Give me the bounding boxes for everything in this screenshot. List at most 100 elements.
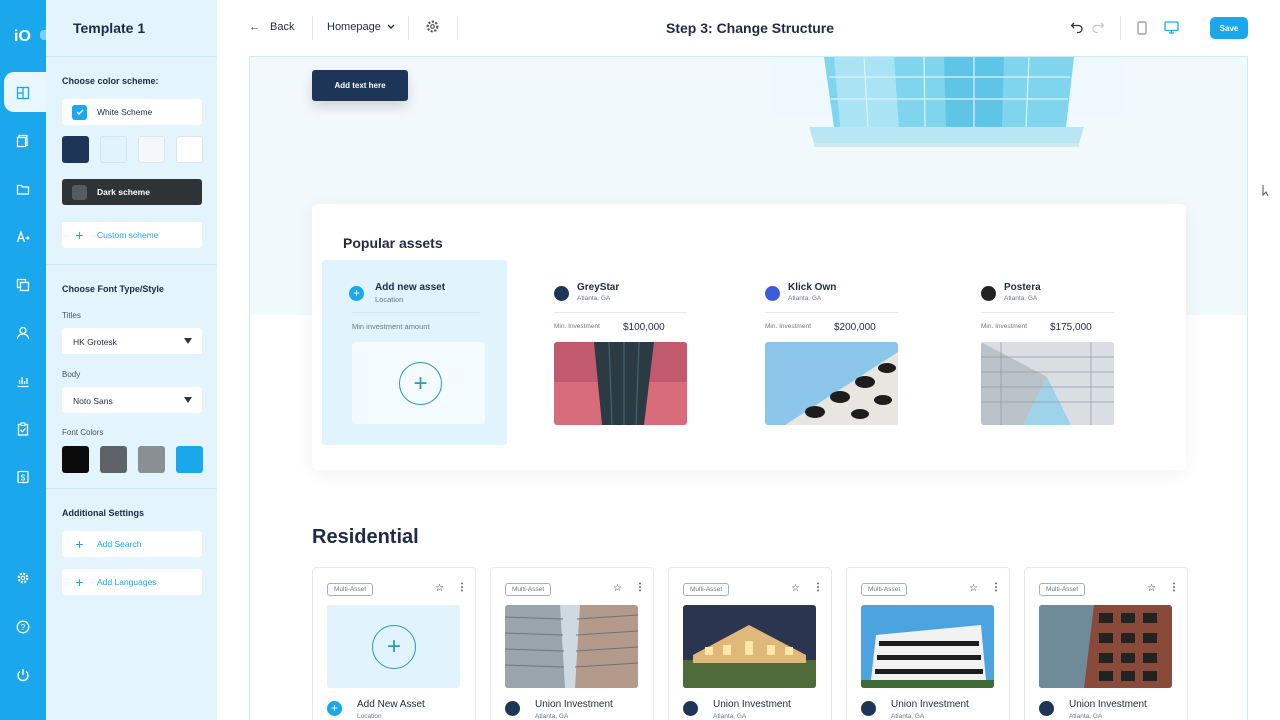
cursor-icon <box>1262 185 1269 197</box>
star-icon[interactable]: ☆ <box>969 583 978 594</box>
min-investment-amount: $175,000 <box>1050 322 1092 333</box>
more-vertical-icon[interactable]: ⋮ <box>991 582 1001 593</box>
font-color-blue[interactable] <box>176 446 203 473</box>
copy-icon[interactable] <box>14 276 32 294</box>
plus-icon: + <box>75 574 84 590</box>
add-languages-button[interactable]: + Add Languages <box>62 569 202 595</box>
add-text-button[interactable]: Add text here <box>312 70 408 101</box>
card-name: Union Investment <box>535 699 613 710</box>
add-image-placeholder[interactable]: + <box>352 342 485 424</box>
scheme-swatch-navy[interactable] <box>62 136 89 163</box>
card-location: Atlanta, GA <box>535 713 569 720</box>
plus-icon: + <box>75 536 84 552</box>
asset-type-tag: Multi-Asset <box>327 583 374 596</box>
clipboard-icon[interactable] <box>14 420 32 438</box>
redo-icon[interactable] <box>1091 20 1105 37</box>
undo-icon[interactable] <box>1070 20 1084 37</box>
back-button[interactable]: ← Back <box>249 21 294 33</box>
page-select[interactable]: Homepage <box>327 21 395 33</box>
add-image-plus-icon[interactable]: + <box>372 625 416 669</box>
svg-text:$: $ <box>21 474 26 483</box>
asset-type-tag: Multi-Asset <box>683 583 730 596</box>
asset-card-postera[interactable]: Postera Atlanta, GA Min. Investment $175… <box>981 260 1114 440</box>
titles-font-select[interactable]: HK Grotesk <box>62 328 202 354</box>
icon-rail: iO $ ? <box>0 0 48 720</box>
gear-icon[interactable] <box>14 569 32 587</box>
add-image-placeholder[interactable]: + <box>327 605 460 688</box>
divider <box>352 312 480 313</box>
add-asset-location: Location <box>375 295 404 304</box>
layout-icon[interactable] <box>14 84 32 102</box>
scheme-swatch-white[interactable] <box>176 136 203 163</box>
analytics-icon[interactable] <box>14 372 32 390</box>
more-vertical-icon[interactable]: ⋮ <box>813 582 823 593</box>
text-icon[interactable] <box>14 228 32 246</box>
font-color-dark-gray[interactable] <box>100 446 127 473</box>
folder-icon[interactable] <box>14 180 32 198</box>
star-icon[interactable]: ☆ <box>1147 583 1156 594</box>
min-investment-amount: $200,000 <box>834 322 876 333</box>
min-investment-label: Min. Investment <box>765 323 811 330</box>
checkbox-unchecked-icon[interactable] <box>72 184 87 200</box>
star-icon[interactable]: ☆ <box>613 583 622 594</box>
font-heading: Choose Font Type/Style <box>62 284 164 294</box>
residential-card[interactable]: Multi-Asset ☆ ⋮ Union Investment Atlanta… <box>846 567 1010 720</box>
popular-assets-title: Popular assets <box>343 235 443 251</box>
divider <box>46 56 217 57</box>
more-vertical-icon[interactable]: ⋮ <box>457 582 467 593</box>
residential-add-card[interactable]: Multi-Asset ☆ ⋮ + + Add New Asset Locati… <box>312 567 476 720</box>
caret-down-icon <box>184 397 192 403</box>
divider <box>408 16 409 40</box>
divider <box>981 312 1114 313</box>
mobile-view-icon[interactable] <box>1137 21 1147 38</box>
more-vertical-icon[interactable]: ⋮ <box>635 582 645 593</box>
residential-card[interactable]: Multi-Asset ☆ ⋮ Union Investment Atlanta… <box>490 567 654 720</box>
residential-card[interactable]: Multi-Asset ☆ ⋮ Union Investment Atlanta… <box>668 567 832 720</box>
card-name: Union Investment <box>891 699 969 710</box>
star-icon[interactable]: ☆ <box>435 583 444 594</box>
custom-scheme-button[interactable]: + Custom scheme <box>62 222 202 248</box>
postera-logo-icon <box>981 286 996 301</box>
plus-icon: + <box>75 227 84 243</box>
hero-building-image <box>774 57 1122 147</box>
page-select-value: Homepage <box>327 21 381 33</box>
dollar-icon[interactable]: $ <box>14 468 32 486</box>
font-color-gray[interactable] <box>138 446 165 473</box>
checkbox-checked-icon[interactable] <box>72 104 87 120</box>
add-new-asset-card[interactable]: + Add new asset Location Min investment … <box>322 260 507 445</box>
scheme-swatch-off-white[interactable] <box>138 136 165 163</box>
add-search-button[interactable]: + Add Search <box>62 531 202 557</box>
body-font-select[interactable]: Noto Sans <box>62 387 202 413</box>
plus-circle-icon: + <box>349 286 364 301</box>
asset-location: Atlanta, GA <box>1004 295 1038 302</box>
add-new-asset-label: Add new asset <box>375 282 446 293</box>
dark-scheme-option[interactable]: Dark scheme <box>62 179 202 205</box>
add-search-label: Add Search <box>97 539 142 549</box>
card-image <box>683 605 816 688</box>
color-scheme-heading: Choose color scheme: <box>62 76 159 86</box>
asset-image <box>554 342 687 425</box>
font-colors-label: Font Colors <box>62 428 104 437</box>
save-button[interactable]: Save <box>1210 17 1248 39</box>
add-image-plus-icon[interactable]: + <box>399 362 442 405</box>
titles-font-value: HK Grotesk <box>73 337 117 347</box>
card-image <box>1039 605 1172 688</box>
pages-icon[interactable] <box>14 132 32 150</box>
additional-settings-heading: Additional Settings <box>62 508 144 518</box>
card-image <box>505 605 638 688</box>
help-icon[interactable]: ? <box>14 618 32 636</box>
desktop-view-icon[interactable] <box>1164 21 1179 37</box>
residential-card[interactable]: Multi-Asset ☆ ⋮ Union Investment Atlanta… <box>1024 567 1188 720</box>
user-icon[interactable] <box>14 324 32 342</box>
settings-gear-icon[interactable] <box>425 19 440 37</box>
star-icon[interactable]: ☆ <box>791 583 800 594</box>
power-icon[interactable] <box>14 666 32 684</box>
font-color-black[interactable] <box>62 446 89 473</box>
asset-card-klick-own[interactable]: Klick Own Atlanta, GA Min. Investment $2… <box>765 260 898 440</box>
more-vertical-icon[interactable]: ⋮ <box>1169 582 1179 593</box>
scheme-swatch-light-blue[interactable] <box>100 136 127 163</box>
asset-card-greystar[interactable]: GreyStar Atlanta, GA Min. Investment $10… <box>554 260 687 440</box>
asset-type-tag: Multi-Asset <box>505 583 552 596</box>
card-location: Atlanta, GA <box>713 713 747 720</box>
white-scheme-option[interactable]: White Scheme <box>62 99 202 125</box>
